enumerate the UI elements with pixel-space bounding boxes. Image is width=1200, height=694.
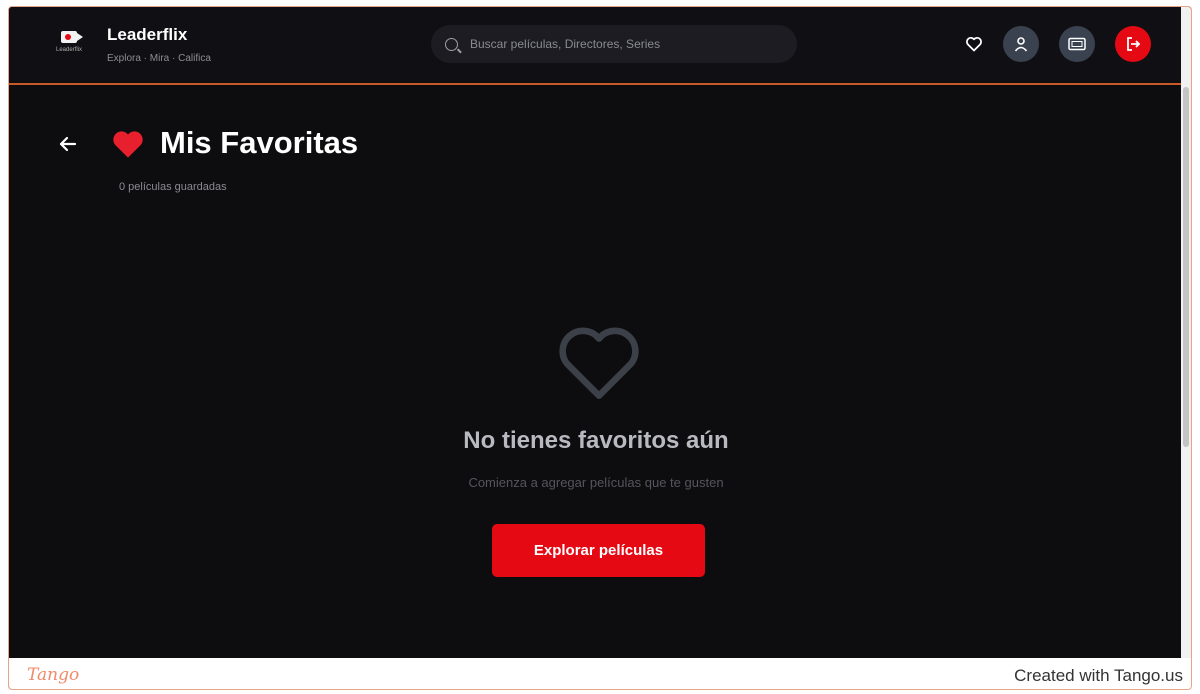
favorites-nav-button[interactable]: [963, 33, 985, 55]
empty-state-subtitle: Comienza a agregar películas que te gust…: [468, 475, 724, 490]
logout-icon: [1127, 37, 1141, 51]
card-icon: [1068, 37, 1086, 51]
empty-heart-icon: [559, 327, 639, 399]
explore-movies-button[interactable]: Explorar películas: [492, 524, 705, 577]
heart-outline-icon: [966, 36, 982, 52]
page-title: Mis Favoritas: [160, 125, 359, 160]
search-bar[interactable]: [431, 25, 797, 63]
scrollbar[interactable]: [1181, 7, 1191, 689]
search-input[interactable]: [468, 36, 772, 52]
empty-state-title: No tienes favoritos aún: [463, 427, 729, 454]
arrow-left-icon: [59, 136, 77, 152]
top-navbar: Leaderflix Leaderflix Explora · Mira · C…: [9, 7, 1183, 81]
back-button[interactable]: [57, 133, 79, 155]
brand-tagline: Explora · Mira · Califica: [107, 53, 211, 64]
tango-credit[interactable]: Created with Tango.us: [1014, 666, 1183, 686]
tango-footer: Tango Created with Tango.us: [9, 658, 1191, 689]
card-button[interactable]: [1059, 26, 1095, 62]
profile-button[interactable]: [1003, 26, 1039, 62]
heart-filled-icon: [113, 131, 143, 158]
tango-logo[interactable]: Tango: [27, 665, 79, 685]
logout-button[interactable]: [1115, 26, 1151, 62]
logo[interactable]: Leaderflix: [49, 27, 89, 63]
saved-count: 0 películas guardadas: [119, 181, 227, 193]
logo-text: Leaderflix: [55, 47, 82, 53]
main-content: Mis Favoritas 0 películas guardadas No t…: [9, 83, 1183, 660]
app-window: Leaderflix Leaderflix Explora · Mira · C…: [8, 6, 1192, 690]
brand-name[interactable]: Leaderflix: [107, 25, 187, 45]
search-icon: [445, 37, 458, 51]
camera-icon: [61, 31, 83, 43]
user-icon: [1014, 37, 1028, 52]
scroll-thumb[interactable]: [1183, 87, 1189, 447]
